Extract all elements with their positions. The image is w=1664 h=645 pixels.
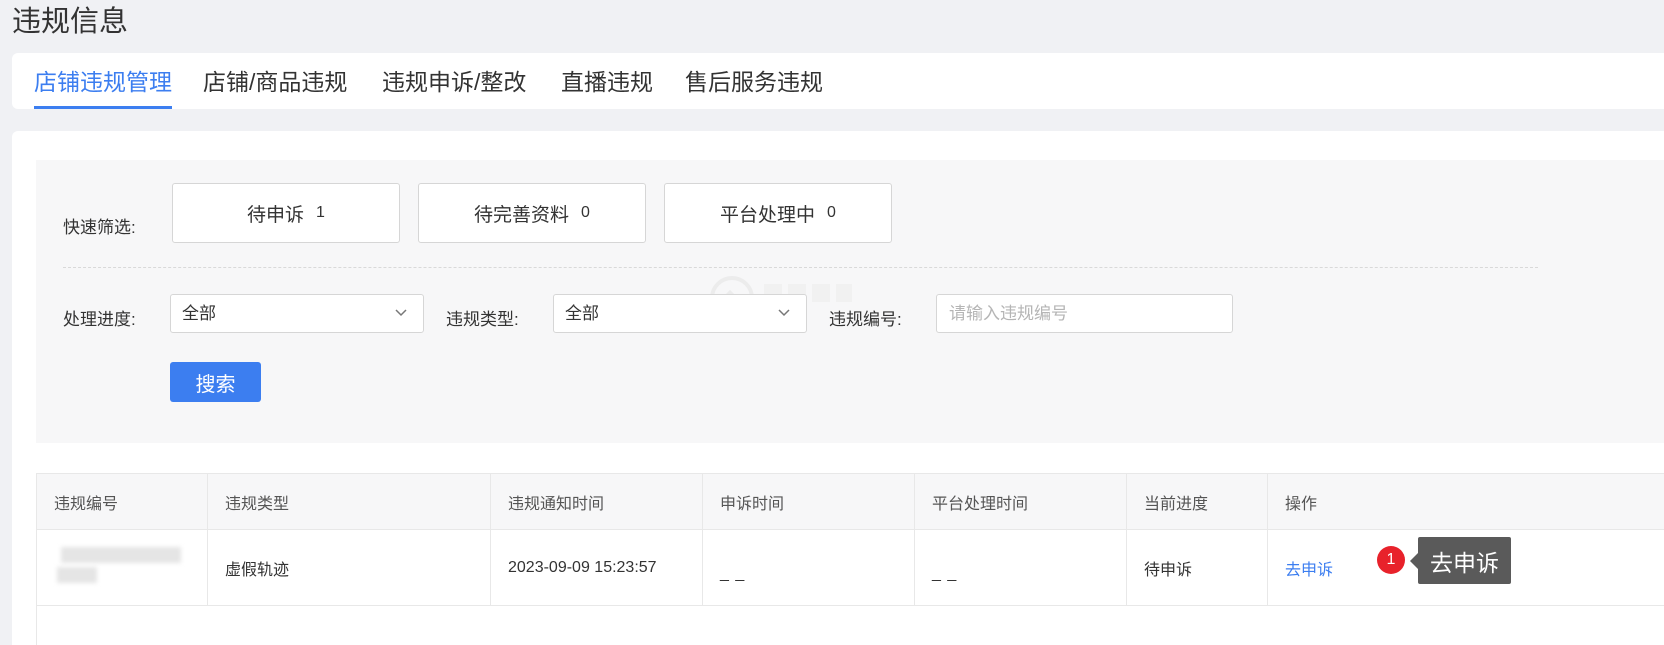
column-header: 当前进度: [1127, 474, 1268, 529]
tab-store-violation-management[interactable]: 店铺违规管理: [34, 53, 172, 109]
appeal-time-cell: _ _: [703, 530, 915, 605]
quick-filter-count: 0: [827, 204, 836, 221]
quick-filter-label-text: 待完善资料: [474, 204, 570, 226]
column-header: 申诉时间: [703, 474, 915, 529]
notice-time-cell: 2023-09-09 15:23:57: [491, 530, 703, 605]
violation-type-cell: 虚假轨迹: [208, 530, 491, 605]
tab-violation-appeal-rectify[interactable]: 违规申诉/整改: [382, 53, 526, 109]
step-number-badge: 1: [1377, 546, 1405, 574]
search-button[interactable]: 搜索: [170, 362, 261, 402]
type-label: 违规类型:: [446, 310, 519, 329]
tab-live-violation[interactable]: 直播违规: [561, 53, 653, 109]
chevron-down-icon: [395, 309, 407, 317]
column-header: 违规类型: [208, 474, 491, 529]
quick-filter-label-text: 平台处理中: [720, 204, 816, 226]
column-header: 平台处理时间: [915, 474, 1127, 529]
filter-panel: 快速筛选: 待申诉 1 待完善资料 0 平台处理中 0 处理进度: 全部 违规类…: [36, 160, 1664, 443]
progress-cell: 待申诉: [1127, 530, 1268, 605]
column-header: 违规通知时间: [491, 474, 703, 529]
violation-id-cell: [37, 530, 208, 605]
quick-filter-pending-info[interactable]: 待完善资料 0: [418, 183, 646, 243]
quick-filter-pending-appeal[interactable]: 待申诉 1: [172, 183, 400, 243]
column-header: 违规编号: [37, 474, 208, 529]
type-select[interactable]: 全部: [553, 294, 807, 333]
quick-filter-count: 1: [316, 204, 325, 221]
progress-select[interactable]: 全部: [170, 294, 424, 333]
type-select-value: 全部: [565, 304, 599, 323]
column-header: 操作: [1285, 495, 1318, 513]
chevron-down-icon: [778, 309, 790, 317]
progress-select-value: 全部: [182, 304, 216, 323]
annotation-tooltip: 去申诉: [1410, 537, 1511, 584]
redacted-id: [57, 545, 187, 585]
tab-store-product-violation[interactable]: 店铺/商品违规: [203, 53, 347, 109]
tab-bar: 店铺违规管理 店铺/商品违规 违规申诉/整改 直播违规 售后服务违规: [12, 53, 1664, 109]
quick-filter-label-text: 待申诉: [247, 204, 305, 226]
table-header: 违规编号 违规类型 违规通知时间 申诉时间 平台处理时间 当前进度 操作: [37, 474, 1664, 530]
violation-id-label: 违规编号:: [829, 310, 902, 329]
quick-filter-platform-processing[interactable]: 平台处理中 0: [664, 183, 892, 243]
divider: [63, 267, 1538, 268]
page-title: 违规信息: [12, 6, 129, 38]
quick-filter-label: 快速筛选:: [63, 218, 136, 237]
go-appeal-link[interactable]: 去申诉: [1285, 556, 1333, 580]
platform-time-cell: _ _: [915, 530, 1127, 605]
tab-after-sales-violation[interactable]: 售后服务违规: [685, 53, 823, 109]
violation-id-input[interactable]: [936, 294, 1233, 333]
progress-label: 处理进度:: [63, 310, 136, 329]
quick-filter-count: 0: [581, 204, 590, 221]
